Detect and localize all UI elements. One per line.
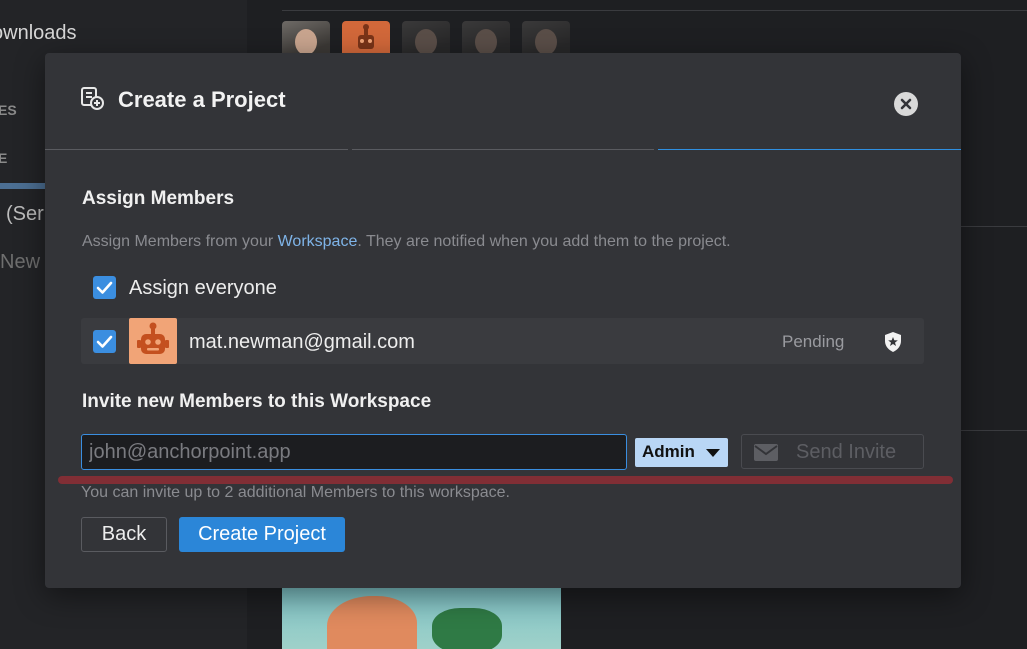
robot-avatar: [129, 318, 177, 364]
shield-star-icon[interactable]: [881, 330, 905, 354]
assign-members-heading: Assign Members: [82, 188, 235, 209]
checkmark-icon: [96, 281, 113, 294]
envelope-icon: [754, 444, 778, 461]
sidebar-item-downloads: ownloads: [0, 22, 77, 44]
create-project-dialog: Create a Project Assign Members Assign M…: [45, 53, 962, 588]
step-2-indicator: [351, 149, 655, 150]
annotation-underline: [58, 476, 953, 484]
member-status-badge: Pending: [782, 332, 845, 351]
assign-members-description: Assign Members from your Workspace. They…: [82, 233, 731, 250]
invite-limit-note: You can invite up to 2 additional Member…: [81, 484, 510, 501]
send-invite-label: Send Invite: [796, 441, 897, 463]
assign-everyone-label: Assign everyone: [129, 277, 277, 299]
member-row: mat.newman@gmail.com Pending: [81, 318, 924, 364]
step-3-indicator: [658, 149, 962, 150]
project-add-icon: [80, 86, 104, 110]
member-checkbox[interactable]: [93, 330, 116, 353]
dialog-header: Create a Project: [45, 53, 961, 150]
workspace-link[interactable]: Workspace: [278, 233, 358, 250]
background-divider-2: [960, 226, 1027, 227]
close-icon: [900, 98, 912, 110]
background-divider: [282, 10, 1027, 11]
background-thumbnail-image: [282, 588, 561, 649]
step-1-indicator: [45, 149, 348, 150]
dialog-title: Create a Project: [118, 87, 286, 112]
invite-email-input[interactable]: [81, 434, 627, 470]
create-project-button[interactable]: Create Project: [179, 517, 345, 552]
invite-members-heading: Invite new Members to this Workspace: [82, 391, 432, 412]
sidebar-item-new: New: [0, 251, 41, 273]
role-dropdown[interactable]: Admin: [635, 438, 728, 467]
back-button[interactable]: Back: [81, 517, 167, 552]
sidebar-section-label: ES: [0, 102, 17, 118]
member-email: mat.newman@gmail.com: [189, 331, 415, 353]
send-invite-button[interactable]: Send Invite: [741, 434, 924, 469]
checkmark-icon: [96, 335, 113, 348]
background-divider-3: [960, 430, 1027, 431]
caret-down-icon: [706, 449, 720, 457]
sidebar-item-server: (Ser: [6, 203, 44, 225]
assign-everyone-checkbox[interactable]: [93, 276, 116, 299]
close-button[interactable]: [894, 92, 918, 116]
wizard-step-indicator: [45, 148, 962, 151]
sidebar-section-label-2: E: [0, 150, 8, 166]
sidebar-selection-indicator: [0, 183, 46, 189]
role-dropdown-value: Admin: [642, 442, 695, 461]
